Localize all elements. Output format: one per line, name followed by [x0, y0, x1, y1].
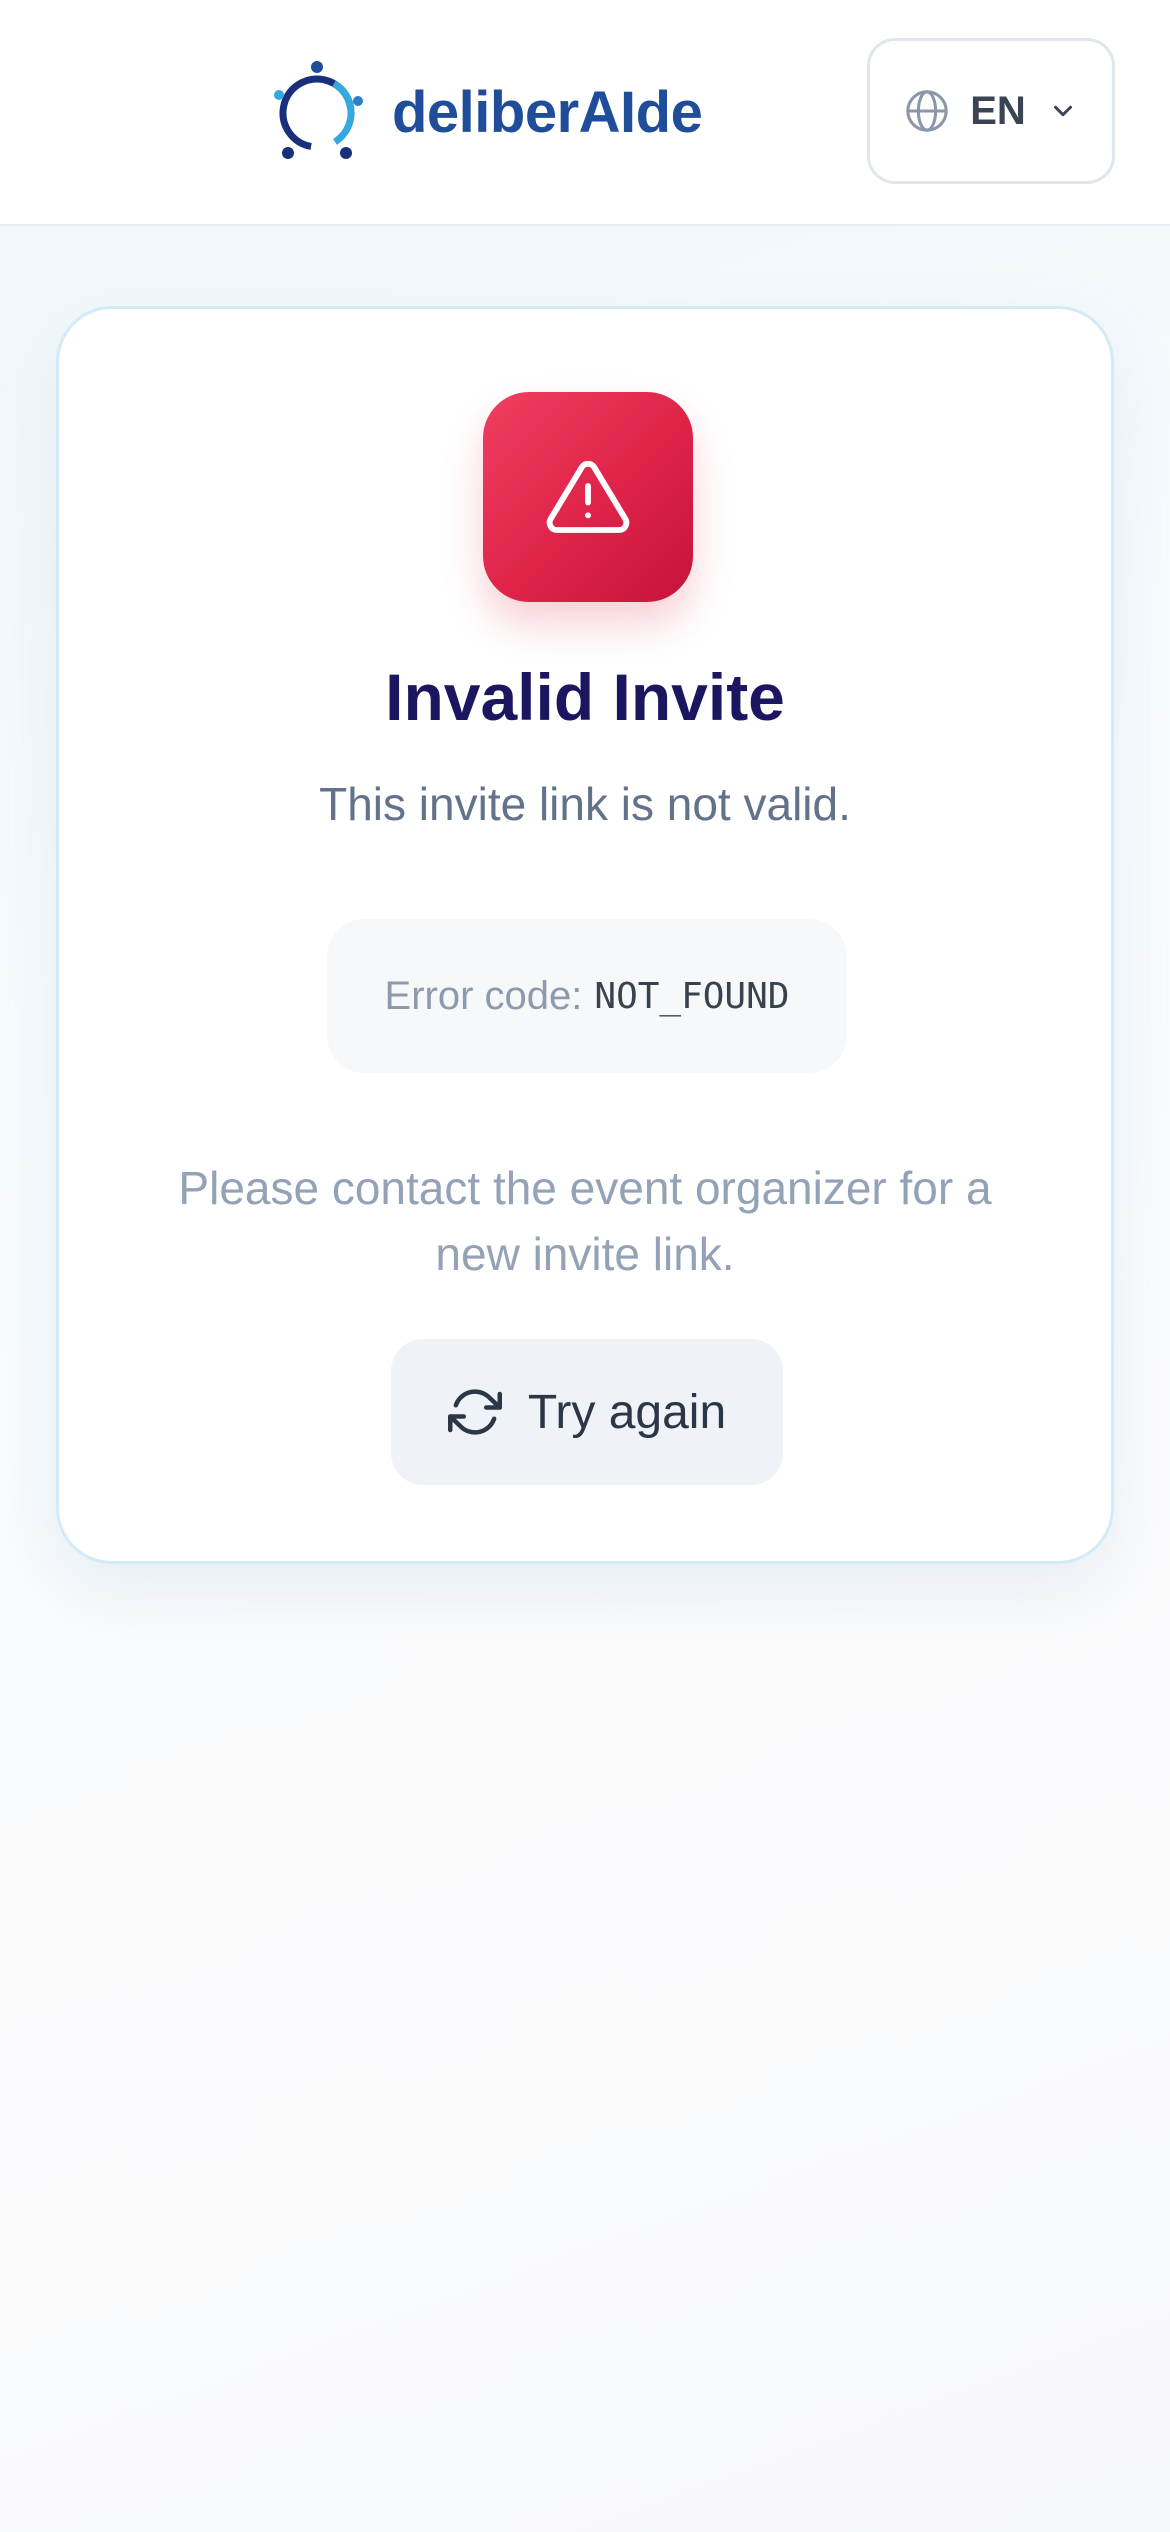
error-subtitle: This invite link is not valid.: [319, 778, 851, 830]
chevron-down-icon: [1053, 105, 1072, 117]
language-selector[interactable]: EN: [867, 38, 1115, 184]
language-code: EN: [970, 88, 1026, 133]
try-again-label: Try again: [527, 1385, 727, 1439]
alert-badge: [483, 392, 693, 602]
invite-error-card: Invalid Invite This invite link is not v…: [56, 306, 1114, 1564]
brand-logo-icon: [274, 61, 363, 159]
try-again-button[interactable]: Try again: [391, 1339, 783, 1485]
refresh-icon: [447, 1389, 502, 1435]
page-title: Invalid Invite: [385, 660, 785, 734]
brand[interactable]: deliberAIde: [262, 56, 703, 168]
alert-triangle-icon: [546, 460, 630, 533]
error-code-value: NOT_FOUND: [594, 975, 790, 1017]
top-bar: deliberAIde EN: [0, 0, 1170, 226]
error-code-box: Error code: NOT_FOUND: [327, 919, 847, 1073]
globe-icon: [906, 90, 948, 132]
error-code-label: Error code:: [384, 973, 583, 1018]
brand-name: deliberAIde: [392, 79, 703, 145]
help-text: Please contact the event organizer for a…: [178, 1162, 992, 1280]
